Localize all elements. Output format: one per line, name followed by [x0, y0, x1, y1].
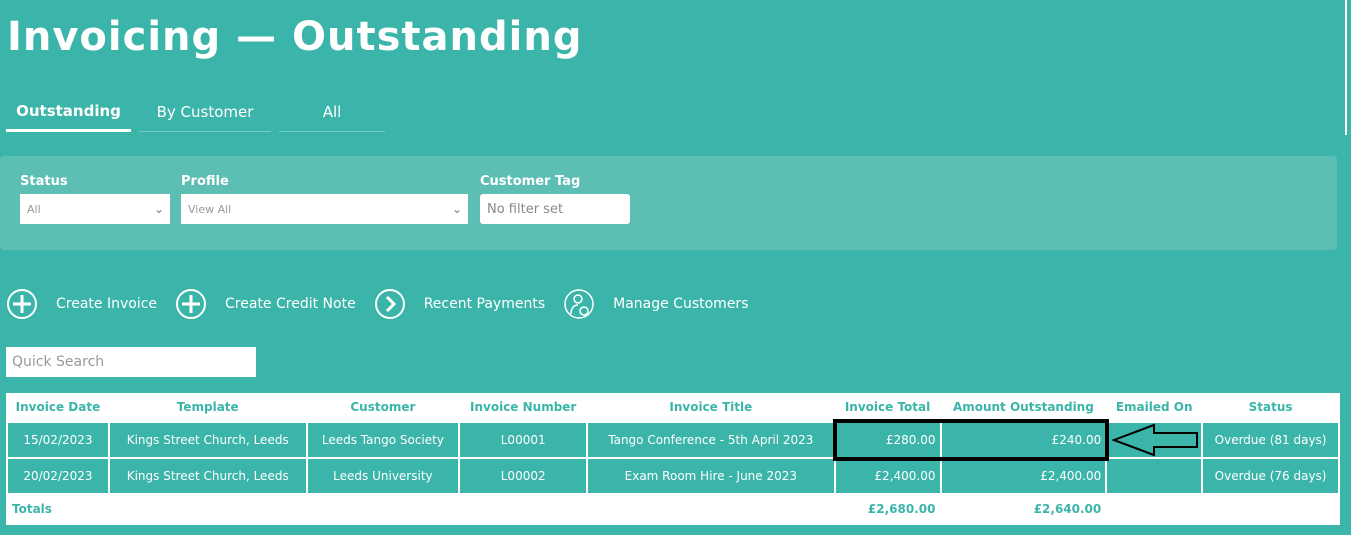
- tab-bar: Outstanding By Customer All: [6, 92, 385, 132]
- customer-tag-label: Customer Tag: [480, 174, 581, 189]
- profile-label: Profile: [181, 174, 229, 189]
- create-invoice-button[interactable]: Create Invoice: [6, 288, 157, 320]
- action-bar: Create Invoice Create Credit Note Recent…: [6, 288, 766, 320]
- cell-outstanding: £2,400.00: [939, 457, 1108, 495]
- totals-row: Totals £2,680.00 £2,640.00: [6, 493, 1340, 525]
- status-value: All: [27, 202, 41, 216]
- cell-title: Exam Room Hire - June 2023: [586, 457, 836, 495]
- col-invoice-total[interactable]: Invoice Total: [835, 393, 941, 422]
- chevron-down-icon: ⌄: [451, 202, 462, 216]
- status-label: Status: [20, 174, 68, 189]
- quick-search-input[interactable]: Quick Search: [6, 347, 256, 377]
- col-status[interactable]: Status: [1202, 393, 1339, 422]
- cell-number: L00002: [458, 457, 589, 495]
- col-customer[interactable]: Customer: [307, 393, 460, 422]
- cell-date: 15/02/2023: [6, 421, 110, 459]
- manage-customers-label: Manage Customers: [613, 296, 749, 312]
- arrow-left-icon: [1112, 423, 1198, 457]
- create-credit-note-button[interactable]: Create Credit Note: [175, 288, 356, 320]
- cell-date: 20/02/2023: [6, 457, 110, 495]
- totals-label: Totals: [6, 493, 110, 525]
- highlight-box: [833, 419, 1109, 461]
- customer-tag-input[interactable]: No filter set: [480, 194, 630, 224]
- create-credit-note-label: Create Credit Note: [225, 296, 356, 312]
- scrollbar[interactable]: [1345, 0, 1347, 135]
- col-template[interactable]: Template: [109, 393, 307, 422]
- manage-customers-button[interactable]: Manage Customers: [563, 288, 748, 320]
- cell-template: Kings Street Church, Leeds: [107, 421, 308, 459]
- cell-number: L00001: [458, 421, 589, 459]
- cell-emailed: [1105, 457, 1204, 495]
- col-invoice-number[interactable]: Invoice Number: [459, 393, 587, 422]
- col-invoice-date[interactable]: Invoice Date: [7, 393, 109, 422]
- tab-all[interactable]: All: [279, 92, 385, 132]
- recent-payments-label: Recent Payments: [423, 296, 546, 312]
- cell-total: £2,400.00: [833, 457, 942, 495]
- invoice-table: Invoice Date Template Customer Invoice N…: [6, 393, 1340, 525]
- user-settings-icon: [564, 289, 594, 319]
- col-invoice-title[interactable]: Invoice Title: [587, 393, 835, 422]
- col-amount-outstanding[interactable]: Amount Outstanding: [941, 393, 1107, 422]
- total-outstanding: £2,640.00: [939, 493, 1108, 525]
- cell-status: Overdue (81 days): [1201, 421, 1340, 459]
- cell-title: Tango Conference - 5th April 2023: [586, 421, 836, 459]
- cell-template: Kings Street Church, Leeds: [107, 457, 308, 495]
- cell-customer: Leeds University: [305, 457, 461, 495]
- cell-status: Overdue (76 days): [1201, 457, 1340, 495]
- plus-circle-icon: [7, 289, 37, 319]
- plus-circle-icon: [176, 289, 207, 319]
- tab-outstanding[interactable]: Outstanding: [6, 92, 131, 132]
- chevron-down-icon: ⌄: [153, 202, 164, 216]
- recent-payments-button[interactable]: Recent Payments: [374, 288, 545, 320]
- page-title: Invoicing — Outstanding: [7, 14, 583, 60]
- table-row[interactable]: 20/02/2023 Kings Street Church, Leeds Le…: [6, 457, 1340, 495]
- status-select[interactable]: All ⌄: [20, 194, 170, 224]
- profile-select[interactable]: View All ⌄: [181, 194, 468, 224]
- cell-customer: Leeds Tango Society: [305, 421, 461, 459]
- col-emailed-on[interactable]: Emailed On: [1106, 393, 1202, 422]
- total-invoice: £2,680.00: [833, 493, 942, 525]
- table-header: Invoice Date Template Customer Invoice N…: [7, 393, 1339, 422]
- tab-by-customer[interactable]: By Customer: [139, 92, 271, 132]
- profile-value: View All: [188, 202, 232, 216]
- create-invoice-label: Create Invoice: [56, 296, 158, 312]
- filter-panel: Status All ⌄ Profile View All ⌄ Customer T…: [0, 156, 1337, 250]
- chevron-right-circle-icon: [374, 289, 405, 319]
